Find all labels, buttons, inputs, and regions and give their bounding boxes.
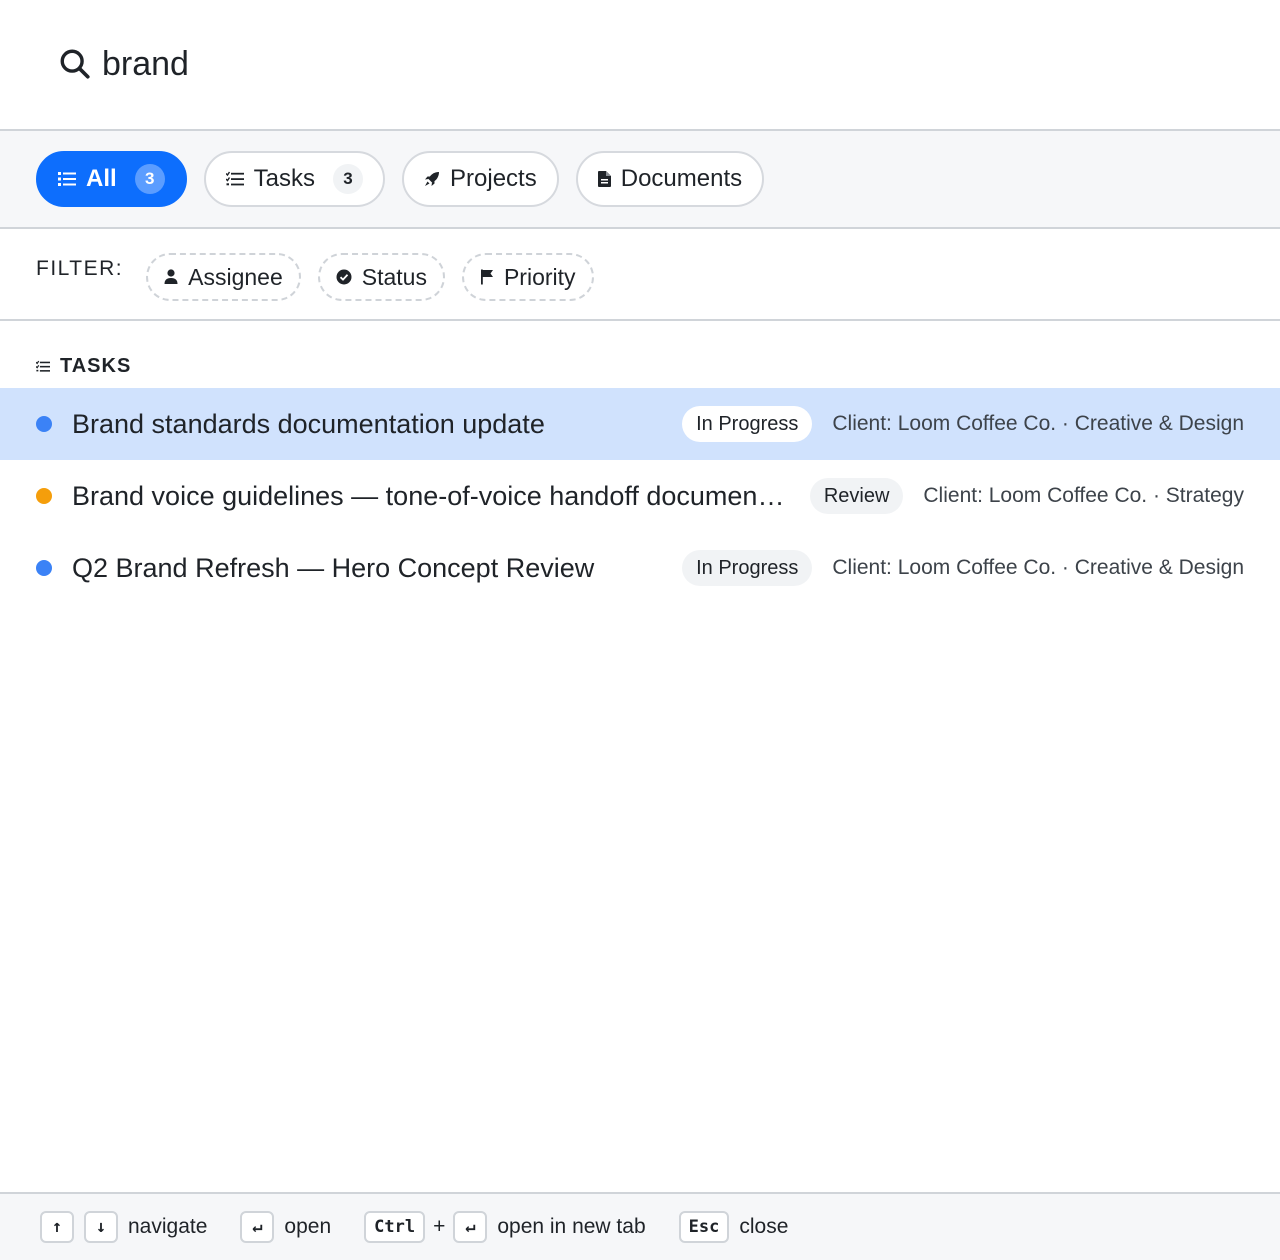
hint-navigate: ↑ ↓ navigate — [40, 1211, 207, 1243]
tab-projects[interactable]: Projects — [402, 151, 559, 207]
document-icon — [597, 171, 611, 187]
hint-label: open in new tab — [497, 1215, 646, 1238]
result-row[interactable]: Brand voice guidelines — tone-of-voice h… — [0, 460, 1280, 532]
hint-open: ↵ open — [240, 1211, 331, 1243]
checklist-icon — [36, 360, 50, 372]
hint-label: open — [284, 1215, 332, 1238]
esc-key: Esc — [678, 1211, 730, 1243]
section-header-tasks: TASKS — [0, 321, 1280, 388]
result-title: Q2 Brand Refresh — Hero Concept Review — [72, 552, 595, 583]
tab-documents[interactable]: Documents — [575, 151, 765, 207]
enter-key: ↵ — [240, 1211, 275, 1243]
search-input[interactable] — [102, 45, 1002, 84]
rocket-icon — [425, 172, 440, 186]
hint-open-new-tab: Ctrl + ↵ open in new tab — [364, 1211, 646, 1243]
hint-label: navigate — [128, 1215, 208, 1238]
hint-close: Esc close — [678, 1211, 789, 1243]
arrow-up-key: ↑ — [40, 1211, 74, 1243]
enter-key: ↵ — [453, 1211, 488, 1243]
result-meta: Client: Loom Coffee Co. · Strategy — [923, 484, 1244, 507]
tab-count-badge: 3 — [333, 164, 364, 194]
status-dot — [36, 560, 52, 576]
status-dot — [36, 488, 52, 504]
section-title: TASKS — [60, 355, 132, 377]
list-icon — [58, 172, 76, 186]
status-badge: In Progress — [682, 550, 813, 586]
filter-chip-priority[interactable]: Priority — [461, 253, 594, 301]
user-icon — [164, 269, 178, 284]
filter-label: FILTER: — [36, 257, 124, 280]
filter-chip-label: Assignee — [188, 263, 283, 290]
checklist-icon — [225, 171, 244, 186]
status-dot — [36, 416, 52, 432]
keyboard-hints-footer: ↑ ↓ navigate ↵ open Ctrl + ↵ open in new… — [0, 1192, 1280, 1260]
flag-icon — [480, 269, 493, 285]
filter-chip-status[interactable]: Status — [317, 253, 445, 301]
result-meta: Client: Loom Coffee Co. · Creative & Des… — [832, 556, 1244, 579]
result-title: Brand voice guidelines — tone-of-voice h… — [72, 480, 790, 511]
tab-label: Tasks — [253, 165, 316, 192]
result-row[interactable]: Q2 Brand Refresh — Hero Concept Review I… — [0, 532, 1280, 604]
result-title: Brand standards documentation update — [72, 408, 545, 439]
results-list: Brand standards documentation update In … — [0, 388, 1280, 604]
tab-label: All — [86, 165, 117, 192]
filter-chip-assignee[interactable]: Assignee — [146, 253, 301, 301]
search-bar — [0, 0, 1280, 131]
tab-count-badge: 3 — [134, 164, 165, 194]
search-icon — [60, 49, 90, 79]
filter-chip-label: Priority — [503, 263, 576, 290]
result-row[interactable]: Brand standards documentation update In … — [0, 388, 1280, 460]
status-badge: In Progress — [682, 406, 813, 442]
type-tabs: All 3 Tasks 3 Projects Documents — [0, 131, 1280, 229]
tab-all[interactable]: All 3 — [36, 151, 187, 207]
check-circle-icon — [336, 269, 352, 285]
tab-tasks[interactable]: Tasks 3 — [203, 151, 386, 207]
status-badge: Review — [809, 478, 904, 514]
plus-sign: + — [433, 1215, 446, 1238]
filter-bar: FILTER: Assignee Status Priority — [0, 229, 1280, 321]
arrow-down-key: ↓ — [84, 1211, 118, 1243]
ctrl-key: Ctrl — [364, 1211, 426, 1243]
hint-label: close — [739, 1215, 789, 1238]
result-meta: Client: Loom Coffee Co. · Creative & Des… — [832, 412, 1244, 435]
tab-label: Projects — [450, 165, 537, 192]
tab-label: Documents — [620, 165, 743, 192]
filter-chip-label: Status — [361, 263, 427, 290]
